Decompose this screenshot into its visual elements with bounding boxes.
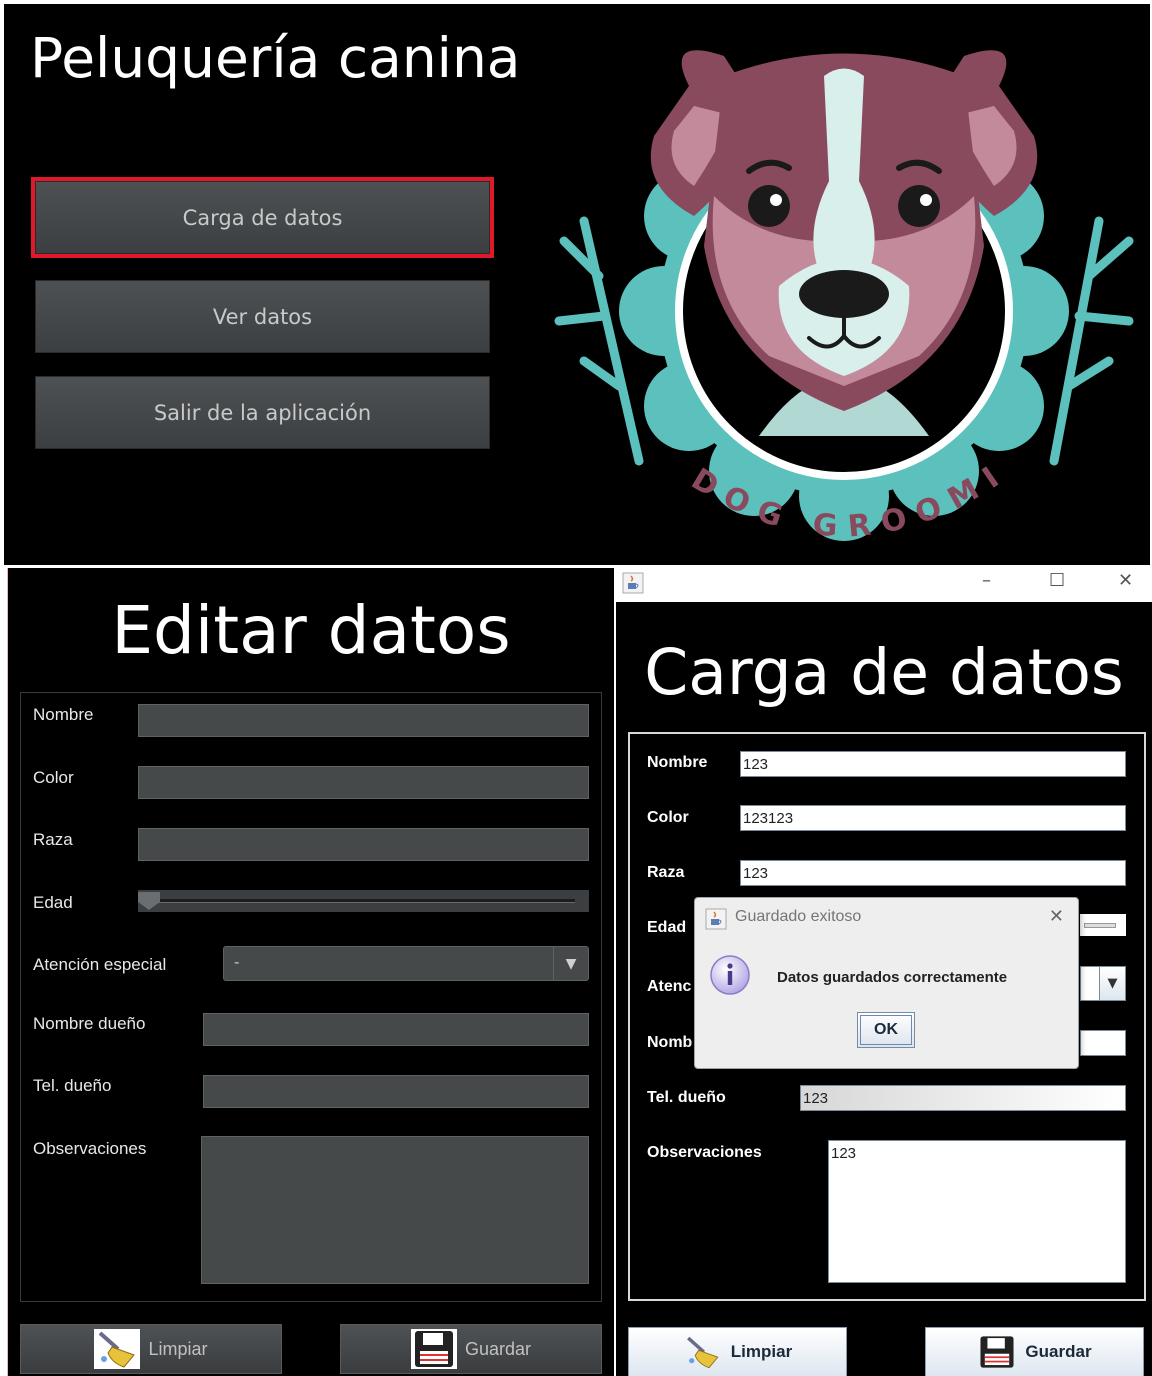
edad-label: Edad	[33, 893, 73, 912]
editar-datos-window: Editar datos Nombre Color Raza Edad Aten…	[7, 568, 614, 1376]
window-titlebar: – ☐ ✕	[616, 566, 1152, 602]
atencion-value: -	[234, 953, 240, 971]
ok-button[interactable]: OK	[857, 1012, 915, 1048]
broom-icon	[94, 1329, 141, 1369]
java-cup-icon	[705, 908, 727, 930]
nombre-dueno-field[interactable]	[203, 1013, 589, 1046]
guardar-label: Guardar	[1025, 1342, 1092, 1361]
guardar-button[interactable]: Guardar	[340, 1324, 602, 1374]
nombre-dueno-field[interactable]	[1080, 1030, 1126, 1056]
observaciones-textarea[interactable]: 123	[828, 1140, 1126, 1283]
carga-de-datos-title: Carga de datos	[644, 636, 1124, 709]
color-field[interactable]	[138, 766, 589, 799]
salir-button[interactable]: Salir de la aplicación	[35, 376, 490, 449]
observaciones-textarea[interactable]	[201, 1136, 589, 1284]
color-label: Color	[647, 809, 689, 826]
minimize-button[interactable]: –	[982, 570, 991, 591]
tel-dueno-field[interactable]: 123	[800, 1085, 1126, 1111]
floppy-disk-icon	[410, 1329, 457, 1369]
nombre-dueno-label: Nombre dueño	[33, 1014, 146, 1033]
nombre-label: Nombre	[33, 705, 94, 724]
maximize-button[interactable]: ☐	[1049, 570, 1065, 591]
close-button[interactable]: ✕	[1118, 570, 1133, 591]
edad-slider[interactable]	[1080, 914, 1126, 936]
guardar-button[interactable]: Guardar	[925, 1327, 1144, 1376]
observaciones-label: Observaciones	[33, 1139, 147, 1158]
guardado-exitoso-dialog: Guardado exitoso ✕ Datos guardados corre…	[694, 897, 1079, 1069]
guardar-label: Guardar	[464, 1338, 532, 1359]
dialog-title: Guardado exitoso	[735, 908, 862, 925]
carga-de-datos-button[interactable]: Carga de datos	[31, 177, 494, 258]
nombre-field[interactable]	[138, 704, 589, 737]
raza-label: Raza	[647, 864, 685, 881]
slider-track	[1084, 923, 1116, 928]
raza-field[interactable]: 123	[740, 860, 1126, 886]
atencion-combo[interactable]: ▼	[1080, 966, 1126, 1001]
slider-thumb[interactable]	[138, 892, 160, 910]
nombre-dueno-label: Nomb	[647, 1034, 693, 1051]
observaciones-label: Observaciones	[647, 1144, 762, 1161]
limpiar-button[interactable]: Limpiar	[20, 1324, 282, 1374]
edit-form-panel: Nombre Color Raza Edad Atención especial…	[20, 692, 602, 1302]
ver-datos-button[interactable]: Ver datos	[35, 280, 490, 353]
slider-track	[152, 899, 575, 903]
color-field[interactable]: 123123	[740, 805, 1126, 831]
tel-dueno-label: Tel. dueño	[647, 1089, 726, 1106]
chevron-down-icon[interactable]: ▼	[1099, 967, 1125, 1000]
raza-label: Raza	[33, 830, 73, 849]
edad-slider[interactable]	[138, 890, 589, 912]
dialog-message: Datos guardados correctamente	[777, 969, 1008, 986]
info-icon	[710, 955, 750, 995]
atencion-combo[interactable]: - ▼	[223, 946, 589, 981]
java-cup-icon	[622, 572, 644, 594]
atencion-label: Atención especial	[33, 955, 167, 974]
tel-dueno-field[interactable]	[203, 1075, 589, 1108]
floppy-disk-icon	[980, 1336, 1014, 1368]
close-icon[interactable]: ✕	[1049, 906, 1064, 927]
editar-datos-title: Editar datos	[111, 592, 511, 669]
limpiar-label: Limpiar	[730, 1342, 793, 1361]
color-label: Color	[33, 768, 74, 787]
chevron-down-icon[interactable]: ▼	[553, 947, 588, 980]
broom-icon	[686, 1336, 719, 1369]
nombre-label: Nombre	[647, 754, 708, 771]
limpiar-label: Limpiar	[148, 1338, 208, 1359]
raza-field[interactable]	[138, 828, 589, 861]
limpiar-button[interactable]: Limpiar	[628, 1327, 847, 1376]
atencion-label: Atenc	[647, 978, 692, 995]
app-title: Peluquería canina	[30, 26, 521, 90]
edad-label: Edad	[647, 919, 687, 936]
main-menu-window: Peluquería canina Carga de datos Ver dat…	[4, 4, 1150, 565]
dog-grooming-logo: DOG GROOMING	[544, 16, 1134, 545]
nombre-field[interactable]: 123	[740, 751, 1126, 777]
tel-dueno-label: Tel. dueño	[33, 1076, 112, 1095]
